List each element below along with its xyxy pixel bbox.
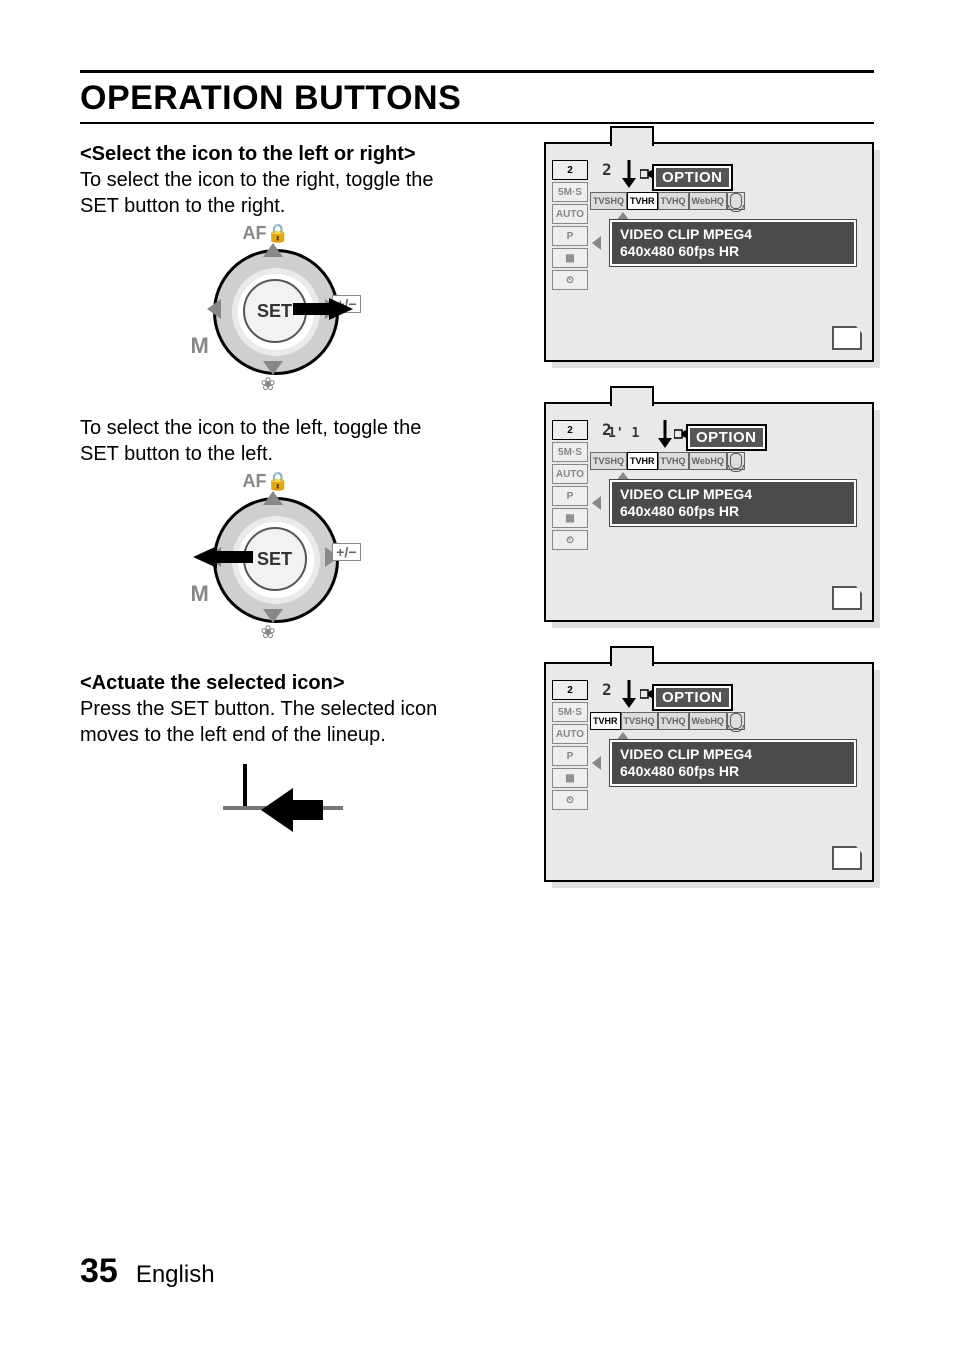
screen-left-column: 2 5M·S AUTO P ▦ ⏲ [552, 680, 588, 810]
mode-chip-selected: TVHR [627, 192, 658, 210]
press-figure [80, 764, 465, 854]
mode-chip: TVSHQ [590, 452, 627, 470]
left-item: 5M·S [552, 702, 588, 722]
mode-chip: TVHQ [658, 192, 689, 210]
sd-card-icon [832, 326, 862, 350]
sd-card-icon [832, 846, 862, 870]
mode-chip: TVHQ [658, 712, 689, 730]
left-item: ⏲ [552, 790, 588, 810]
left-item: 2 [552, 680, 588, 700]
mode-chip: WebHQ [689, 192, 727, 210]
flower-icon-2: ❀ [261, 622, 276, 643]
screen-tab-digit: 2 [602, 160, 612, 179]
flower-icon: ❀ [261, 374, 276, 395]
screen-tooltip: VIDEO CLIP MPEG4 640x480 60fps HR [610, 480, 856, 526]
sd-card-icon [832, 586, 862, 610]
mode-chip-selected: TVHR [627, 452, 658, 470]
left-item: AUTO [552, 464, 588, 484]
left-item: 5M·S [552, 442, 588, 462]
dial-down-triangle [263, 361, 283, 375]
tooltip-line: 640x480 60fps HR [620, 243, 846, 260]
left-item: ▦ [552, 508, 588, 528]
left-item: AUTO [552, 204, 588, 224]
camcorder-icon [640, 166, 652, 182]
left-item: ▦ [552, 768, 588, 788]
dial-label-m: M [191, 333, 209, 359]
arrow-down-icon [622, 680, 636, 713]
page-language: English [136, 1261, 215, 1289]
caret-left-icon [592, 236, 601, 250]
section1-para2: To select the icon to the left, toggle t… [80, 415, 465, 467]
tooltip-line: 640x480 60fps HR [620, 503, 846, 520]
tooltip-line: VIDEO CLIP MPEG4 [620, 226, 846, 243]
page-title: OPERATION BUTTONS [80, 79, 874, 118]
camcorder-icon [674, 426, 686, 442]
lcd-screen-right-select: 2 OPTION 2 5M·S AUTO P ▦ ⏲ [544, 142, 874, 362]
option-badge: OPTION [654, 686, 731, 709]
camcorder-icon [640, 686, 652, 702]
set-dial-right: AF🔒 SET M +/− ❀ [193, 229, 353, 389]
screen-mode-row: TVSHQ TVHR TVHQ WebHQ [590, 192, 745, 210]
tooltip-line: VIDEO CLIP MPEG4 [620, 486, 846, 503]
title-underline [80, 122, 874, 124]
arrow-left-icon [193, 546, 253, 568]
caret-left-icon [592, 756, 601, 770]
dial-up-triangle-2 [263, 491, 283, 505]
dial-label-ev-2: +/− [332, 543, 360, 561]
section1-para1: To select the icon to the right, toggle … [80, 167, 465, 219]
tab-indicator: 1' 1 [608, 426, 639, 441]
left-item: ⏲ [552, 270, 588, 290]
lcd-screen-left-select: 2 OPTION 2 5M·S AUTO P ▦ ⏲ [544, 402, 874, 622]
screen-tooltip: VIDEO CLIP MPEG4 640x480 60fps HR [610, 740, 856, 786]
screen-tab [610, 126, 654, 146]
left-item: 2 [552, 160, 588, 180]
arrow-right-icon [293, 298, 353, 320]
left-item: P [552, 226, 588, 246]
mode-chip: TVSHQ [621, 712, 658, 730]
page-number: 35 [80, 1252, 118, 1291]
left-item: P [552, 746, 588, 766]
mode-chip: TVSHQ [590, 192, 627, 210]
set-dial-left: AF🔒 SET M +/− ❀ [193, 477, 353, 637]
tooltip-line: VIDEO CLIP MPEG4 [620, 746, 846, 763]
left-item: 2 [552, 420, 588, 440]
dial-label-af-2: AF🔒 [243, 471, 289, 492]
mode-chip: WebHQ [689, 452, 727, 470]
option-badge: OPTION [654, 166, 731, 189]
caret-left-icon [592, 496, 601, 510]
left-item: AUTO [552, 724, 588, 744]
section1-heading: <Select the icon to the left or right> [80, 142, 465, 167]
top-rule [80, 70, 874, 73]
screen-tab [610, 646, 654, 666]
mic-icon [727, 192, 745, 210]
screen-mode-row: TVHR TVSHQ TVHQ WebHQ [590, 712, 745, 730]
option-badge: OPTION [688, 426, 765, 449]
screen-tab [610, 386, 654, 406]
dial-left-triangle [207, 299, 221, 319]
screen-tab-digit: 2 [602, 680, 612, 699]
dial-label-m-2: M [191, 581, 209, 607]
arrow-down-icon [658, 420, 672, 453]
screen-mode-row: TVSHQ TVHR TVHQ WebHQ [590, 452, 745, 470]
dial-down-triangle-2 [263, 609, 283, 623]
mic-icon [727, 712, 745, 730]
screen-left-column: 2 5M·S AUTO P ▦ ⏲ [552, 420, 588, 550]
dial-label-af: AF🔒 [243, 223, 289, 244]
section2-heading: <Actuate the selected icon> [80, 671, 465, 696]
mode-chip: WebHQ [689, 712, 727, 730]
left-item: ▦ [552, 248, 588, 268]
tooltip-line: 640x480 60fps HR [620, 763, 846, 780]
left-item: 5M·S [552, 182, 588, 202]
section2-para: Press the SET button. The selected icon … [80, 696, 465, 748]
screen-tooltip: VIDEO CLIP MPEG4 640x480 60fps HR [610, 220, 856, 266]
arrow-down-icon [622, 160, 636, 193]
lcd-screen-actuate: 2 OPTION 2 5M·S AUTO P ▦ ⏲ [544, 662, 874, 882]
mode-chip-selected: TVHR [590, 712, 621, 730]
dial-up-triangle [263, 243, 283, 257]
mic-icon [727, 452, 745, 470]
left-item: P [552, 486, 588, 506]
mode-chip: TVHQ [658, 452, 689, 470]
left-item: ⏲ [552, 530, 588, 550]
screen-left-column: 2 5M·S AUTO P ▦ ⏲ [552, 160, 588, 290]
